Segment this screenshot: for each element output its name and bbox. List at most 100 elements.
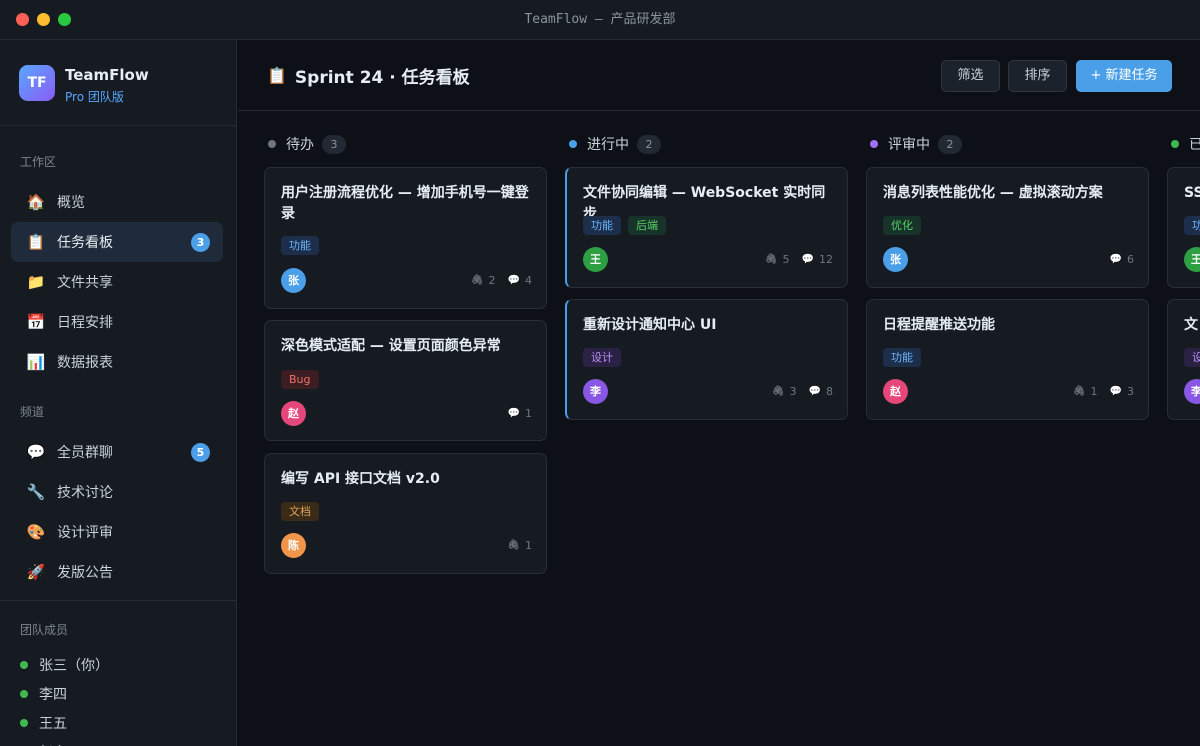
comment-count: 3 — [1127, 385, 1134, 398]
task-card[interactable]: 编写 API 接口文档 v2.0 文档 陈 🖇 1 — [264, 453, 547, 574]
comment-count: 4 — [525, 274, 532, 287]
task-tags: 功 — [1184, 216, 1200, 235]
clipboard-icon: 📋 — [267, 66, 287, 85]
section-title-workspace: 工作区 — [20, 155, 57, 169]
section-title-channels: 频道 — [20, 405, 45, 419]
sidebar-item-label: 发版公告 — [57, 565, 113, 581]
status-dot-icon — [1171, 140, 1179, 148]
paperclip-icon: 🖇 — [771, 386, 785, 397]
sidebar-item-label: 数据报表 — [57, 355, 113, 371]
paperclip-icon: 🖇 — [507, 540, 520, 551]
avatar: 王 — [1184, 247, 1200, 272]
column-title: 进行中 — [587, 137, 629, 153]
rocket-icon: 🚀 — [26, 563, 46, 581]
avatar: 李 — [1184, 379, 1200, 404]
member-name: 张三（你） — [39, 657, 109, 674]
column-title: 待办 — [286, 137, 314, 153]
column-count: 3 — [322, 134, 346, 154]
task-card[interactable]: 消息列表性能优化 — 虚拟滚动方案 优化 张 💬 6 — [866, 167, 1149, 288]
sidebar-item-task-board[interactable]: 📋 任务看板 3 — [11, 222, 223, 262]
column-header: 已 — [1171, 134, 1200, 154]
tag-design: 设 — [1184, 348, 1200, 367]
tag-feature: 功能 — [281, 236, 319, 255]
task-card[interactable]: 用户注册流程优化 — 增加手机号一键登录 功能 张 🖇 2 💬 4 — [264, 167, 547, 309]
task-meta: 🖇 5 💬 12 — [753, 253, 833, 266]
column-header: 待办 3 — [268, 134, 346, 154]
avatar: 陈 — [281, 533, 306, 558]
task-card[interactable]: 文件协同编辑 — WebSocket 实时同步 功能 后端 王 🖇 5 💬 12 — [565, 167, 848, 288]
sidebar-item-label: 任务看板 — [57, 235, 113, 251]
task-card[interactable]: 重新设计通知中心 UI 设计 李 🖇 3 💬 8 — [565, 299, 848, 420]
attachment-count: 3 — [789, 385, 797, 398]
palette-icon: 🎨 — [26, 523, 46, 541]
task-tags: 功能 后端 — [583, 216, 673, 235]
comment-icon: 💬 — [507, 408, 520, 419]
unread-badge: 3 — [191, 233, 210, 252]
task-title: 重新设计通知中心 UI — [583, 317, 717, 333]
sidebar-item-reports[interactable]: 📊 数据报表 — [11, 342, 223, 382]
task-title: 文 — [1184, 317, 1198, 333]
sidebar-item-design[interactable]: 🎨 设计评审 — [11, 512, 223, 552]
sidebar-item-label: 技术讨论 — [57, 485, 113, 501]
task-tags: 设 — [1184, 348, 1200, 367]
member-item[interactable]: 王五 — [0, 708, 236, 737]
comment-icon: 💬 — [1109, 386, 1122, 397]
member-item[interactable]: 李四 — [0, 679, 236, 708]
tag-backend: 后端 — [628, 216, 666, 235]
sort-button[interactable]: 排序 — [1008, 60, 1067, 92]
column-header: 进行中 2 — [569, 134, 661, 154]
attachment-count: 2 — [488, 274, 496, 287]
task-tags: 功能 — [883, 348, 928, 367]
avatar: 赵 — [883, 379, 908, 404]
column-done: 已 SS 功 王 文 设 李 — [1167, 112, 1200, 746]
member-item[interactable]: 张三（你） — [0, 650, 236, 679]
task-tags: 设计 — [583, 348, 628, 367]
sidebar-item-schedule[interactable]: 📅 日程安排 — [11, 302, 223, 342]
avatar: 张 — [883, 247, 908, 272]
task-card[interactable]: 文 设 李 — [1167, 299, 1200, 420]
section-title-members: 团队成员 — [20, 623, 69, 637]
sidebar-item-overview[interactable]: 🏠 概览 — [11, 182, 223, 222]
task-title: 编写 API 接口文档 v2.0 — [281, 471, 440, 487]
status-dot-icon — [569, 140, 577, 148]
sidebar-item-all-chat[interactable]: 💬 全员群聊 5 — [11, 432, 223, 472]
member-item[interactable]: 赵六 — [0, 737, 236, 746]
window-title: TeamFlow — 产品研发部 — [524, 12, 676, 27]
sidebar: TF TeamFlow Pro 团队版 工作区 🏠 概览 📋 任务看板 3 📁 … — [0, 40, 237, 746]
status-dot-icon — [268, 140, 276, 148]
tag-doc: 文档 — [281, 502, 319, 521]
sidebar-item-release[interactable]: 🚀 发版公告 — [11, 552, 223, 592]
task-tags: 优化 — [883, 216, 928, 235]
column-count: 2 — [637, 134, 661, 154]
avatar: 赵 — [281, 401, 306, 426]
task-title: 消息列表性能优化 — 虚拟滚动方案 — [883, 185, 1103, 201]
task-title: 用户注册流程优化 — 增加手机号一键登录 — [281, 185, 529, 222]
sidebar-item-tech[interactable]: 🔧 技术讨论 — [11, 472, 223, 512]
task-card[interactable]: 日程提醒推送功能 功能 赵 🖇 1 💬 3 — [866, 299, 1149, 420]
page-title-text: Sprint 24 · 任务看板 — [294, 68, 470, 88]
attachment-count: 1 — [525, 539, 532, 552]
task-card[interactable]: SS 功 王 — [1167, 167, 1200, 288]
sidebar-item-files[interactable]: 📁 文件共享 — [11, 262, 223, 302]
new-task-button[interactable]: + 新建任务 — [1076, 60, 1172, 92]
comment-count: 1 — [525, 407, 532, 420]
paperclip-icon: 🖇 — [764, 254, 778, 265]
comment-count: 12 — [819, 253, 833, 266]
comment-icon: 💬 — [507, 275, 520, 286]
comment-icon: 💬 — [1109, 254, 1122, 265]
member-name: 赵六 — [39, 742, 67, 746]
comment-count: 8 — [826, 385, 833, 398]
tag-feature: 功能 — [883, 348, 921, 367]
tag-feature: 功 — [1184, 216, 1200, 235]
sidebar-item-label: 日程安排 — [57, 315, 113, 331]
task-card[interactable]: 深色模式适配 — 设置页面颜色异常 Bug 赵 💬 1 — [264, 320, 547, 441]
tag-design: 设计 — [583, 348, 621, 367]
page-title: 📋 Sprint 24 · 任务看板 — [267, 63, 470, 88]
brand: TF TeamFlow Pro 团队版 — [0, 40, 236, 126]
task-title: SS — [1184, 185, 1200, 201]
tag-optimization: 优化 — [883, 216, 921, 235]
filter-button[interactable]: 筛选 — [941, 60, 1000, 92]
online-status-icon — [20, 718, 28, 727]
member-name: 李四 — [39, 686, 67, 703]
column-count: 2 — [938, 134, 962, 154]
